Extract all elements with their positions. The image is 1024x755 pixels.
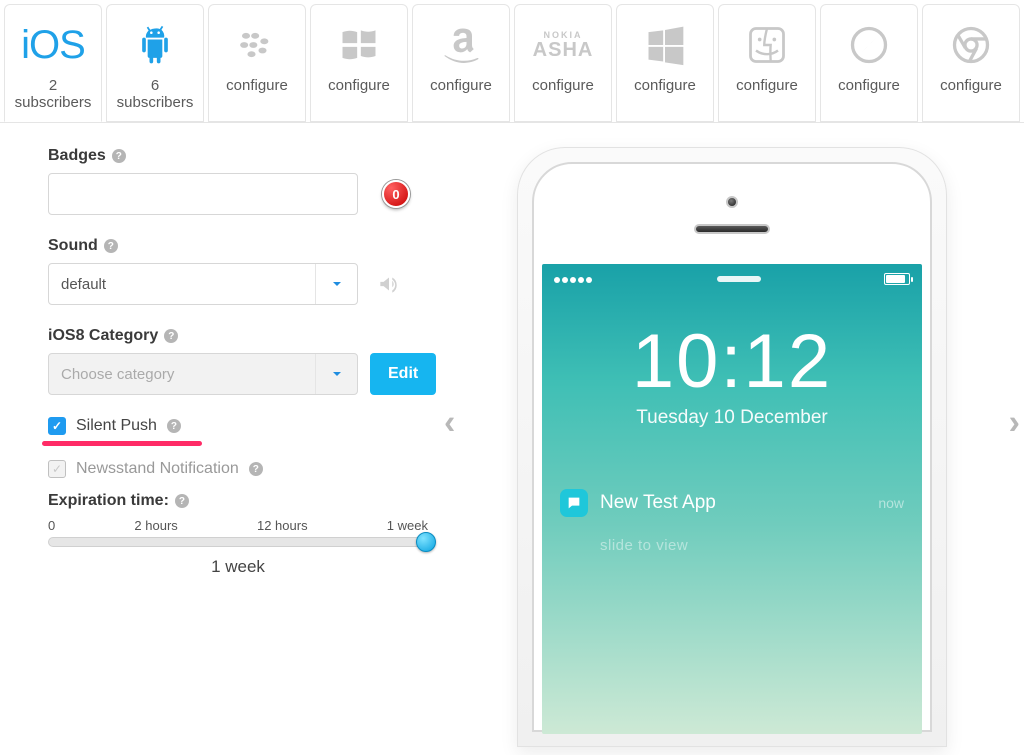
silent-push-row[interactable]: Silent Push ? xyxy=(48,417,448,435)
platform-windows-label: configure xyxy=(634,77,696,94)
chevron-down-icon xyxy=(315,264,357,304)
settings-form: Badges ? 0 Sound ? default xyxy=(8,147,448,747)
platform-tab-blackberry[interactable]: configure xyxy=(208,4,306,122)
help-icon[interactable]: ? xyxy=(112,149,126,163)
slide-to-view: slide to view xyxy=(600,537,922,554)
badges-label: Badges ? xyxy=(48,147,448,165)
phone-speaker xyxy=(694,224,770,234)
platform-tabs: iOS 2subscribers 6subscribers configure … xyxy=(0,0,1024,123)
lockscreen-date: Tuesday 10 December xyxy=(542,407,922,429)
status-bar xyxy=(542,264,922,294)
platform-asha-label: configure xyxy=(532,77,594,94)
platform-tab-windows[interactable]: configure xyxy=(616,4,714,122)
device-preview: ‹ › 10:12 Tuesday 10 December xyxy=(448,147,1016,747)
newsstand-label: Newsstand Notification xyxy=(76,460,239,478)
notification: New Test App now xyxy=(560,489,904,517)
help-icon[interactable]: ? xyxy=(167,419,181,433)
nokia-asha-icon: NOKIA ASHA xyxy=(533,15,594,75)
volume-icon xyxy=(376,271,402,297)
carrier-pill xyxy=(717,276,761,282)
platform-tab-safari[interactable]: configure xyxy=(820,4,918,122)
platform-ios-count: 2subscribers xyxy=(15,77,92,112)
phone-screen: 10:12 Tuesday 10 December New Test App n… xyxy=(542,264,922,734)
preview-next-button[interactable]: › xyxy=(1009,404,1020,443)
platform-safari-label: configure xyxy=(838,77,900,94)
lockscreen-time: 10:12 xyxy=(542,318,922,405)
ios-icon: iOS xyxy=(21,15,85,75)
help-icon[interactable]: ? xyxy=(164,329,178,343)
help-icon[interactable]: ? xyxy=(249,462,263,476)
platform-blackberry-label: configure xyxy=(226,77,288,94)
silent-push-checkbox[interactable] xyxy=(48,417,66,435)
phone-frame: 10:12 Tuesday 10 December New Test App n… xyxy=(517,147,947,747)
notification-app-icon xyxy=(560,489,588,517)
platform-android-count: 6subscribers xyxy=(117,77,194,112)
platform-chrome-label: configure xyxy=(940,77,1002,94)
mac-finder-icon xyxy=(745,15,789,75)
sound-label: Sound ? xyxy=(48,237,448,255)
badges-input[interactable] xyxy=(48,173,358,215)
platform-mac-label: configure xyxy=(736,77,798,94)
platform-tab-windows-phone[interactable]: configure xyxy=(310,4,408,122)
expiration-slider[interactable] xyxy=(48,537,428,547)
platform-tab-amazon[interactable]: configure xyxy=(412,4,510,122)
platform-tab-asha[interactable]: NOKIA ASHA configure xyxy=(514,4,612,122)
slider-ticks: 0 2 hours 12 hours 1 week xyxy=(48,518,428,533)
phone-camera xyxy=(726,196,738,208)
platform-tab-mac[interactable]: configure xyxy=(718,4,816,122)
sound-select[interactable]: default xyxy=(48,263,358,305)
category-label: iOS8 Category ? xyxy=(48,327,448,345)
amazon-icon xyxy=(439,15,483,75)
category-select[interactable]: Choose category xyxy=(48,353,358,395)
signal-icon xyxy=(554,272,594,286)
platform-tab-chrome[interactable]: configure xyxy=(922,4,1020,122)
battery-icon xyxy=(884,273,910,285)
badge-counter: 0 xyxy=(382,180,410,208)
expiration-label: Expiration time: ? xyxy=(48,492,448,510)
platform-tab-android[interactable]: 6subscribers xyxy=(106,4,204,122)
platform-windows-phone-label: configure xyxy=(328,77,390,94)
notification-time: now xyxy=(878,495,904,511)
preview-prev-button[interactable]: ‹ xyxy=(444,404,455,443)
newsstand-row: Newsstand Notification ? xyxy=(48,460,448,478)
notification-title: New Test App xyxy=(600,492,866,514)
blackberry-icon xyxy=(235,15,279,75)
chrome-icon xyxy=(949,15,993,75)
expiration-value: 1 week xyxy=(48,557,428,577)
silent-push-label: Silent Push xyxy=(76,417,157,435)
newsstand-checkbox xyxy=(48,460,66,478)
edit-category-button[interactable]: Edit xyxy=(370,353,436,395)
help-icon[interactable]: ? xyxy=(104,239,118,253)
slider-thumb[interactable] xyxy=(416,532,436,552)
windows-phone-icon xyxy=(337,15,381,75)
windows-icon xyxy=(643,15,687,75)
help-icon[interactable]: ? xyxy=(175,494,189,508)
platform-tab-ios[interactable]: iOS 2subscribers xyxy=(4,4,102,122)
chevron-down-icon xyxy=(315,354,357,394)
safari-icon xyxy=(847,15,891,75)
platform-amazon-label: configure xyxy=(430,77,492,94)
highlight-underline xyxy=(42,441,202,446)
android-icon xyxy=(133,15,177,75)
